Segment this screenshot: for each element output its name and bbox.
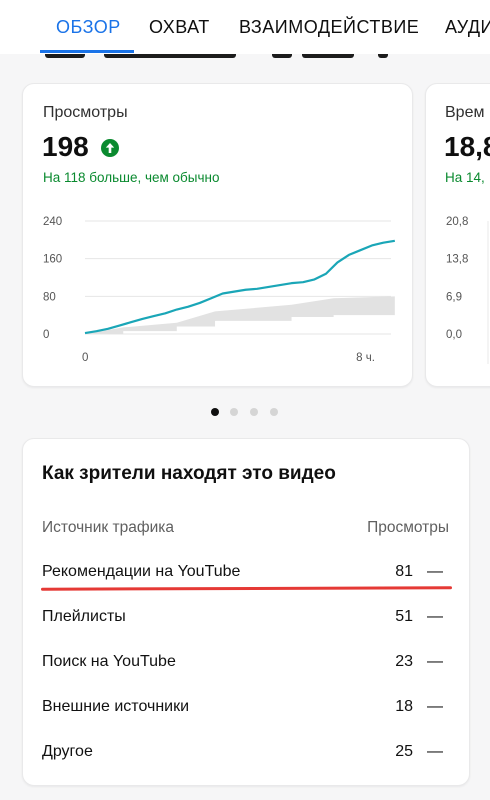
watch-time-metric-card[interactable]: Врем 18,8 На 14, 20,813,86,90,0 [425, 83, 490, 387]
x-tick-label: 8 ч. [356, 352, 375, 364]
traffic-row-playlists[interactable]: Плейлисты 51 — [23, 608, 469, 648]
y-tick-label: 13,8 [446, 254, 468, 266]
change-dash: — [427, 653, 443, 670]
carousel-dot-2[interactable] [230, 408, 238, 416]
y-tick-label: 0,0 [446, 329, 462, 341]
traffic-row-external[interactable]: Внешние источники 18 — [23, 698, 469, 738]
change-dash: — [427, 698, 443, 715]
y-tick-label: 160 [43, 254, 62, 266]
column-header-source: Источник трафика [42, 519, 174, 536]
change-dash: — [427, 563, 443, 580]
typical-range-band [85, 296, 395, 334]
change-dash: — [427, 608, 443, 625]
traffic-source-label: Внешние источники [42, 698, 190, 715]
traffic-views-value: 23 [395, 653, 413, 670]
card-title: Как зрители находят это видео [42, 463, 336, 484]
traffic-views-value: 81 [395, 563, 413, 580]
traffic-views-value: 25 [395, 743, 413, 760]
tab-reach[interactable]: ОХВАТ [149, 17, 210, 38]
traffic-row-other[interactable]: Другое 25 — [23, 743, 469, 783]
tab-audience[interactable]: АУДИ [445, 17, 490, 38]
traffic-source-label: Поиск на YouTube [42, 653, 176, 670]
y-tick-label: 80 [43, 291, 56, 303]
x-tick-label: 0 [82, 352, 88, 364]
views-metric-card[interactable]: Просмотры 198 На 118 больше, чем обычно … [22, 83, 413, 387]
change-dash: — [427, 743, 443, 760]
tab-overview[interactable]: ОБЗОР [56, 17, 121, 38]
scrolled-heading-fragment [0, 54, 490, 72]
traffic-row-youtube-recommendations[interactable]: Рекомендации на YouTube 81 — [23, 563, 469, 603]
tab-engagement[interactable]: ВЗАИМОДЕЙСТВИЕ [239, 17, 419, 38]
carousel-dot-1[interactable] [211, 408, 219, 416]
views-line-chart: 240 160 80 0 0 8 ч. [43, 216, 396, 364]
watch-time-chart: 20,8 13,8 6,9 0,0 [446, 216, 489, 364]
traffic-source-label: Другое [42, 743, 93, 760]
carousel-dot-4[interactable] [270, 408, 278, 416]
traffic-views-value: 51 [395, 608, 413, 625]
traffic-source-label: Плейлисты [42, 608, 126, 625]
traffic-source-label: Рекомендации на YouTube [42, 563, 241, 580]
traffic-views-value: 18 [395, 698, 413, 715]
y-tick-label: 240 [43, 216, 62, 228]
y-tick-label: 6,9 [446, 291, 462, 303]
traffic-sources-card: Как зрители находят это видео Источник т… [22, 438, 470, 786]
analytics-tab-bar: ОБЗОР ОХВАТ ВЗАИМОДЕЙСТВИЕ АУДИ [0, 0, 490, 55]
carousel-dot-3[interactable] [250, 408, 258, 416]
y-tick-label: 20,8 [446, 216, 468, 228]
y-tick-label: 0 [43, 329, 49, 341]
active-tab-indicator [40, 50, 134, 53]
column-header-views: Просмотры [367, 519, 449, 536]
traffic-row-youtube-search[interactable]: Поиск на YouTube 23 — [23, 653, 469, 693]
